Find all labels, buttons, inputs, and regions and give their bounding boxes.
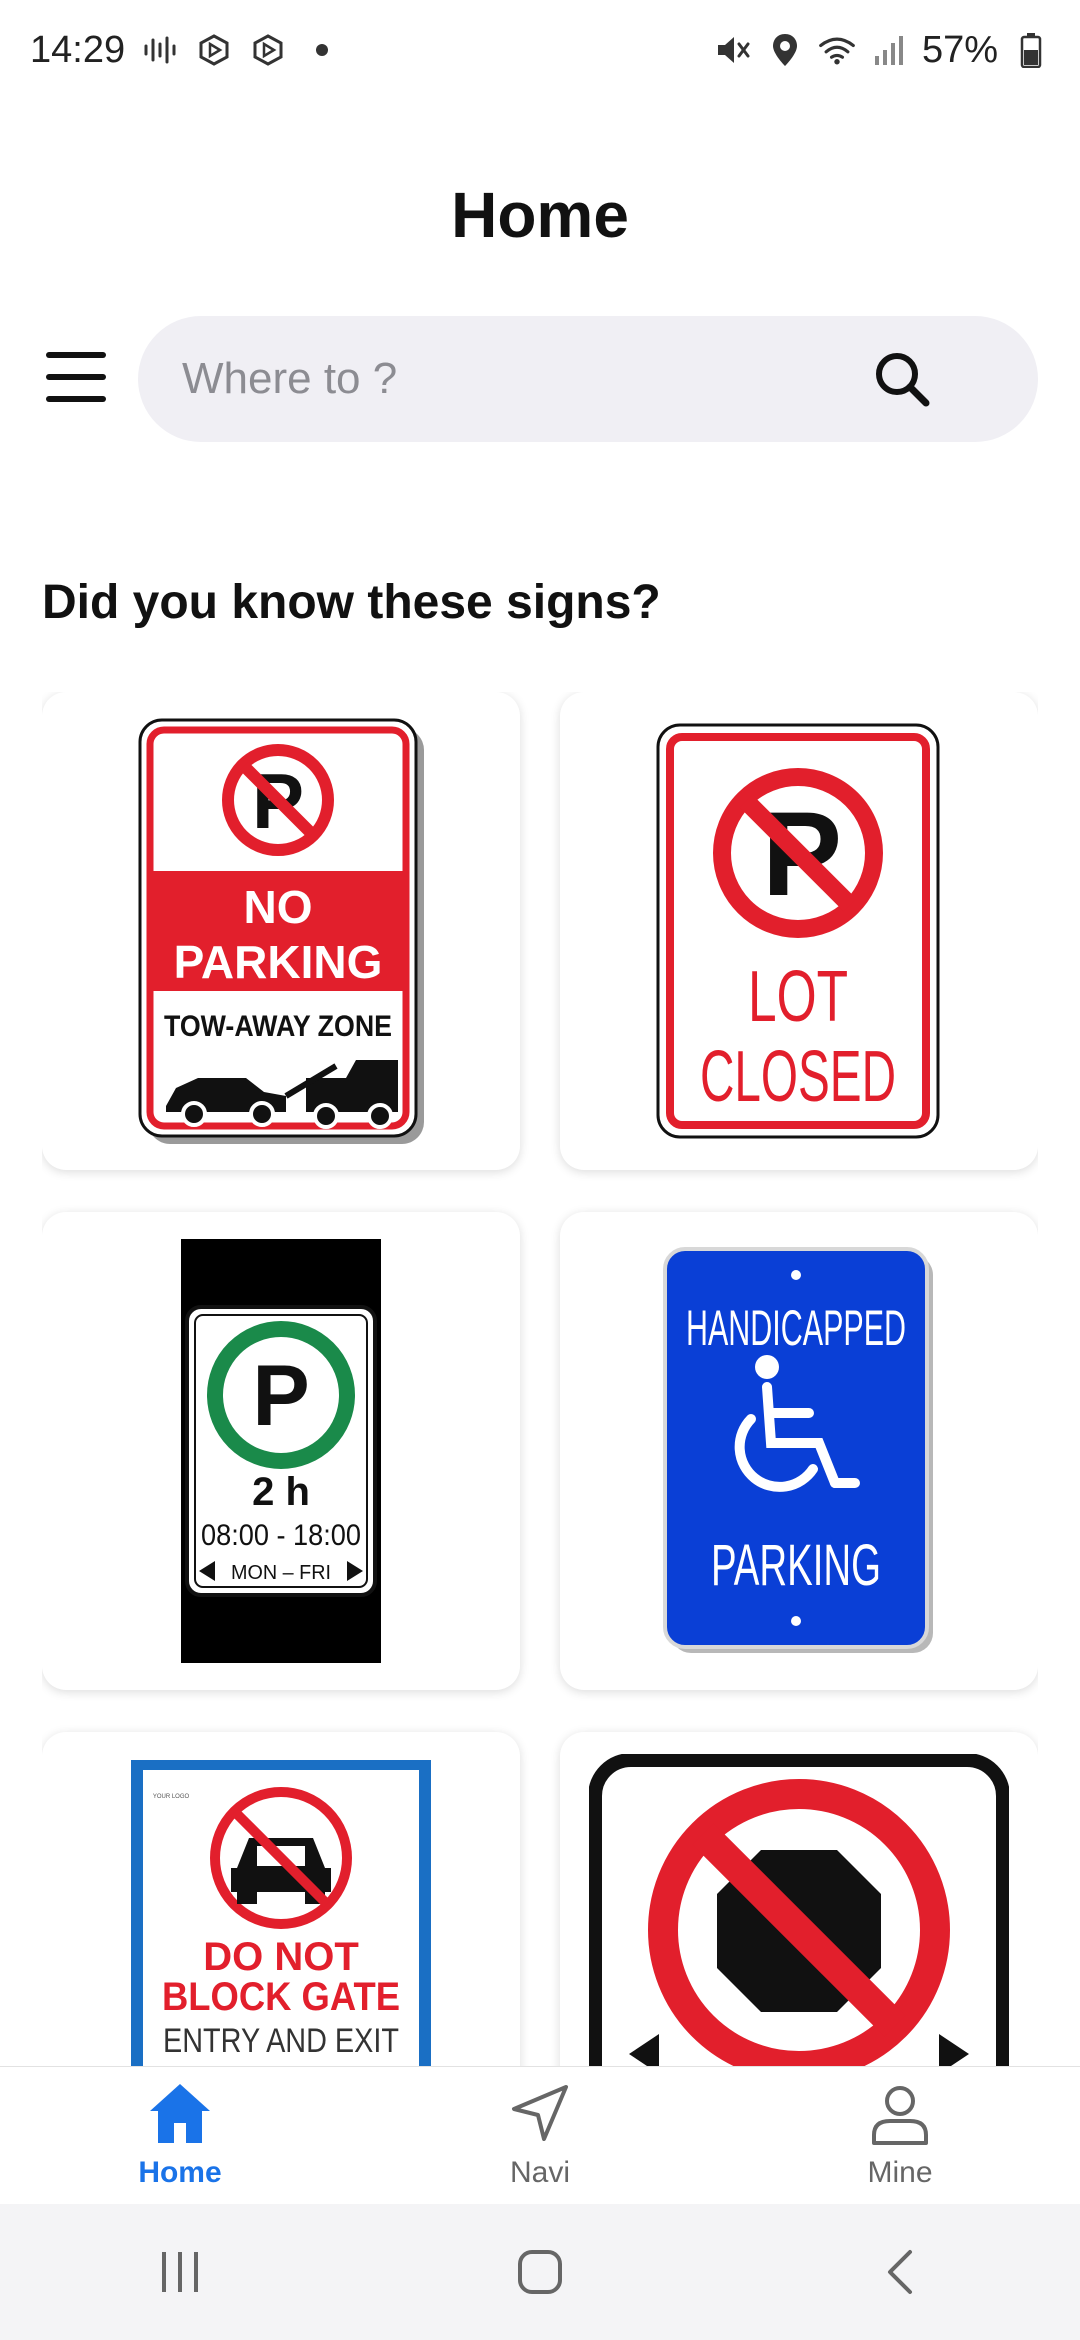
sign-card-no-parking[interactable]: P NO PARKING TOW-AWAY ZONE <box>42 692 520 1170</box>
sign-text: PARKING <box>711 1533 881 1598</box>
block-gate-sign: YOUR LOGO DO NOT BLOCK GATE ENTRY AND EX… <box>131 1760 431 2066</box>
sign-text: BLOCK GATE <box>162 1975 400 2019</box>
sign-grid: P NO PARKING TOW-AWAY ZONE P LO <box>42 692 1038 2066</box>
svg-text:P: P <box>252 1348 309 1444</box>
nav-item-home[interactable]: Home <box>0 2067 360 2204</box>
sign-card-two-hour[interactable]: P 2 h 08:00 - 18:00 MON – FRI <box>42 1212 520 1690</box>
sign-text: 08:00 - 18:00 <box>201 1519 361 1552</box>
sign-card-handicapped[interactable]: HANDICAPPED PARKING <box>560 1212 1038 1690</box>
sign-text: LOT <box>748 957 848 1037</box>
nav-label-navi: Navi <box>509 2156 570 2189</box>
section-title: Did you know these signs? <box>42 576 661 629</box>
app-notification-icon <box>195 31 233 69</box>
no-parking-sign: P NO PARKING TOW-AWAY ZONE <box>138 718 424 1144</box>
app-notification-icon <box>249 31 287 69</box>
sign-text: 2 h <box>252 1470 310 1514</box>
status-time: 14:29 <box>30 28 126 71</box>
sign-text: HANDICAPPED <box>686 1300 906 1356</box>
back-chevron-icon <box>888 2250 912 2294</box>
sign-text: TOW-AWAY ZONE <box>164 1010 392 1043</box>
status-bar: 14:29 57% <box>0 0 1080 100</box>
search-bar[interactable] <box>138 316 1038 442</box>
bottom-nav: Home Navi Mine <box>0 2066 1080 2204</box>
sign-card-lot-closed[interactable]: P LOT CLOSED <box>560 692 1038 1170</box>
nav-item-navi[interactable]: Navi <box>360 2067 720 2204</box>
sign-text: PARKING <box>174 936 383 988</box>
battery-icon <box>1012 31 1050 69</box>
home-icon <box>146 2081 214 2150</box>
sign-card-no-stopping[interactable] <box>560 1732 1038 2066</box>
dot-icon <box>303 31 341 69</box>
nav-label-mine: Mine <box>867 2156 933 2189</box>
sign-text: ENTRY AND EXIT <box>163 2022 399 2060</box>
page-title: Home <box>451 179 629 251</box>
sign-logo-text: YOUR LOGO <box>153 1794 190 1800</box>
search-icon[interactable] <box>870 347 934 411</box>
audio-wave-icon <box>141 31 179 69</box>
nav-item-mine[interactable]: Mine <box>720 2067 1080 2204</box>
home-square-icon <box>518 2250 562 2294</box>
back-button[interactable] <box>840 2232 960 2312</box>
user-icon <box>868 2081 932 2150</box>
recent-apps-button[interactable] <box>120 2232 240 2312</box>
recent-apps-icon <box>162 2252 198 2292</box>
sign-text: DO NOT <box>203 1935 359 1979</box>
navigation-icon <box>508 2081 572 2150</box>
battery-percent: 57% <box>921 28 998 71</box>
sign-text: CLOSED <box>700 1037 896 1117</box>
sign-text: NO <box>244 881 313 933</box>
nav-label-home: Home <box>138 2156 222 2189</box>
signal-icon <box>870 31 908 69</box>
no-stopping-sign <box>589 1754 1009 2066</box>
lot-closed-sign: P LOT CLOSED <box>656 723 940 1139</box>
handicapped-parking-sign: HANDICAPPED PARKING <box>663 1247 933 1653</box>
mute-icon <box>714 31 752 69</box>
home-system-button[interactable] <box>480 2232 600 2312</box>
search-input[interactable] <box>182 354 870 404</box>
hamburger-icon <box>46 352 106 358</box>
two-hour-parking-sign: P 2 h 08:00 - 18:00 MON – FRI <box>181 1239 381 1663</box>
location-icon <box>766 31 804 69</box>
sign-text: MON – FRI <box>231 1562 331 1584</box>
menu-button[interactable] <box>46 352 106 402</box>
system-nav-bar <box>0 2204 1080 2340</box>
sign-card-block-gate[interactable]: YOUR LOGO DO NOT BLOCK GATE ENTRY AND EX… <box>42 1732 520 2066</box>
wifi-icon <box>818 31 856 69</box>
